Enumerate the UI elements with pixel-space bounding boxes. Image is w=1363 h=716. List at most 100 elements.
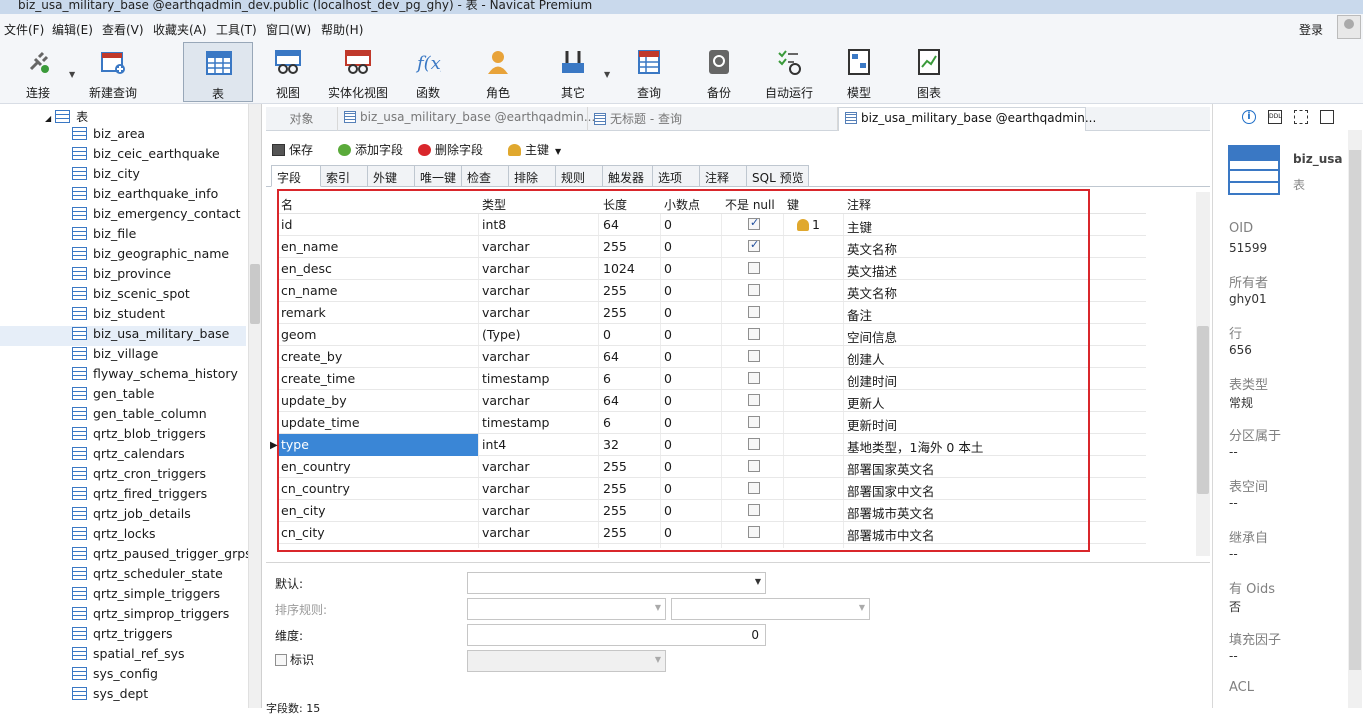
default-select[interactable]: ▼: [467, 572, 766, 594]
tree-item-table[interactable]: qrtz_locks: [72, 526, 156, 546]
sidebar-scrollbar[interactable]: [248, 104, 261, 708]
tree-item-table[interactable]: qrtz_blob_triggers: [72, 426, 206, 446]
tree-item-table[interactable]: biz_province: [72, 266, 171, 286]
grid-scrollbar-thumb[interactable]: [1197, 326, 1209, 494]
login-button[interactable]: 登录: [1299, 21, 1323, 38]
tab-rules[interactable]: 规则: [556, 165, 603, 187]
tab-table-design-1[interactable]: biz_usa_military_base @earthqadmin...: [338, 107, 595, 131]
tree-item-table[interactable]: qrtz_simprop_triggers: [72, 606, 229, 626]
tree-item-table[interactable]: qrtz_triggers: [72, 626, 173, 646]
tree-item-table[interactable]: qrtz_paused_trigger_grps: [72, 546, 252, 566]
tree-item-table[interactable]: biz_village: [72, 346, 158, 366]
tree-item-table[interactable]: biz_city: [72, 166, 140, 186]
automation-icon: [778, 50, 801, 75]
tab-foreign-keys[interactable]: 外键: [368, 165, 415, 187]
new-query-button[interactable]: 新建查询: [78, 42, 148, 102]
tree-item-table[interactable]: spatial_ref_sys: [72, 646, 185, 666]
user-avatar[interactable]: [1337, 15, 1361, 39]
menu-view[interactable]: 查看(V): [102, 21, 144, 38]
tab-unique-keys[interactable]: 唯一键: [415, 165, 462, 187]
tree-item-table[interactable]: flyway_schema_history: [72, 366, 238, 386]
menu-help[interactable]: 帮助(H): [321, 21, 363, 38]
other-button[interactable]: 其它: [538, 42, 608, 102]
table-icon: [845, 112, 857, 124]
tree-item-table[interactable]: biz_file: [72, 226, 136, 246]
info-panel-scrollbar-thumb[interactable]: [1349, 150, 1361, 670]
tree-item-table[interactable]: sys_config: [72, 666, 158, 686]
tree-item-table[interactable]: biz_emergency_contact: [72, 206, 241, 226]
tree-item-table[interactable]: qrtz_simple_triggers: [72, 586, 220, 606]
connect-dropdown-icon[interactable]: ▼: [69, 70, 75, 79]
table-icon: [72, 587, 87, 600]
tree-item-table[interactable]: qrtz_fired_triggers: [72, 486, 207, 506]
tab-untitled-query[interactable]: 无标题 - 查询: [588, 107, 838, 131]
chart-button[interactable]: 图表: [894, 42, 964, 102]
menu-edit[interactable]: 编辑(E): [52, 21, 93, 38]
menu-favorites[interactable]: 收藏夹(A): [153, 21, 207, 38]
add-field-button[interactable]: 添加字段: [338, 141, 403, 158]
tree-item-table[interactable]: gen_table: [72, 386, 154, 406]
tree-icon[interactable]: [1320, 110, 1334, 124]
tree-item-table[interactable]: biz_scenic_spot: [72, 286, 190, 306]
tree-item-table[interactable]: gen_table_column: [72, 406, 207, 426]
collation-schema-select[interactable]: ▼: [467, 598, 666, 620]
collation-select[interactable]: ▼: [671, 598, 870, 620]
tab-comment[interactable]: 注释: [700, 165, 747, 187]
tab-triggers[interactable]: 触发器: [603, 165, 653, 187]
delete-field-button[interactable]: 删除字段: [418, 141, 483, 158]
info-icon[interactable]: i: [1242, 110, 1256, 124]
layout-icon[interactable]: [1294, 110, 1308, 124]
design-toolbar: 保存 添加字段 删除字段 主键 ▼: [266, 137, 1210, 163]
tree-item-table[interactable]: biz_student: [72, 306, 165, 326]
tree-item-table[interactable]: qrtz_job_details: [72, 506, 191, 526]
function-button[interactable]: f(x) 函数: [393, 42, 463, 102]
chevron-down-icon: ▼: [754, 577, 761, 586]
connect-button[interactable]: 连接: [3, 42, 73, 102]
tools-icon: [562, 51, 584, 73]
tree-node-tables[interactable]: ◢ 表: [45, 108, 88, 125]
tree-item-table[interactable]: qrtz_calendars: [72, 446, 185, 466]
table-button[interactable]: 表: [183, 42, 253, 102]
tree-item-table-selected[interactable]: biz_usa_military_base: [0, 326, 246, 346]
info-object-name: biz_usa: [1293, 152, 1343, 166]
role-button[interactable]: 角色: [463, 42, 533, 102]
query-button[interactable]: 查询: [614, 42, 684, 102]
menu-file[interactable]: 文件(F): [4, 21, 44, 38]
materialized-view-button[interactable]: 实体化视图: [323, 42, 393, 102]
tab-options[interactable]: 选项: [653, 165, 700, 187]
tab-fields[interactable]: 字段: [271, 165, 321, 187]
menu-bar: 文件(F) 编辑(E) 查看(V) 收藏夹(A) 工具(T) 窗口(W) 帮助(…: [0, 14, 1363, 42]
document-tabs: 对象 biz_usa_military_base @earthqadmin...…: [266, 107, 1210, 131]
tab-checks[interactable]: 检查: [462, 165, 509, 187]
table-icon: [72, 627, 87, 640]
save-button[interactable]: 保存: [272, 141, 313, 158]
identity-checkbox[interactable]: 标识: [275, 651, 314, 668]
sidebar-scrollbar-thumb[interactable]: [250, 264, 260, 324]
tab-objects[interactable]: 对象: [266, 107, 338, 131]
view-button[interactable]: 视图: [253, 42, 323, 102]
primary-key-button[interactable]: 主键 ▼: [508, 141, 561, 158]
tab-table-design-active[interactable]: biz_usa_military_base @earthqadmin...: [838, 107, 1096, 131]
tree-item-table[interactable]: qrtz_scheduler_state: [72, 566, 223, 586]
tree-item-table[interactable]: biz_ceic_earthquake: [72, 146, 220, 166]
table-icon: [55, 110, 71, 123]
tree-item-table[interactable]: qrtz_cron_triggers: [72, 466, 206, 486]
menu-window[interactable]: 窗口(W): [266, 21, 311, 38]
tree-item-table[interactable]: biz_geographic_name: [72, 246, 229, 266]
backup-button[interactable]: 备份: [684, 42, 754, 102]
tab-indexes[interactable]: 索引: [321, 165, 368, 187]
other-dropdown-icon[interactable]: ▼: [604, 70, 610, 79]
identity-select[interactable]: ▼: [467, 650, 666, 672]
menu-tools[interactable]: 工具(T): [216, 21, 257, 38]
tree-item-table[interactable]: biz_area: [72, 126, 145, 146]
collapse-icon[interactable]: ◢: [45, 114, 51, 123]
tree-item-table[interactable]: sys_dept: [72, 686, 148, 706]
dimension-input[interactable]: 0: [467, 624, 766, 646]
automation-button[interactable]: 自动运行: [754, 42, 824, 102]
model-button[interactable]: 模型: [824, 42, 894, 102]
tab-excludes[interactable]: 排除: [509, 165, 556, 187]
ddl-icon[interactable]: DDL: [1268, 110, 1282, 124]
tree-item-table[interactable]: biz_earthquake_info: [72, 186, 218, 206]
tab-sql-preview[interactable]: SQL 预览: [747, 165, 809, 187]
table-icon: [72, 647, 87, 660]
